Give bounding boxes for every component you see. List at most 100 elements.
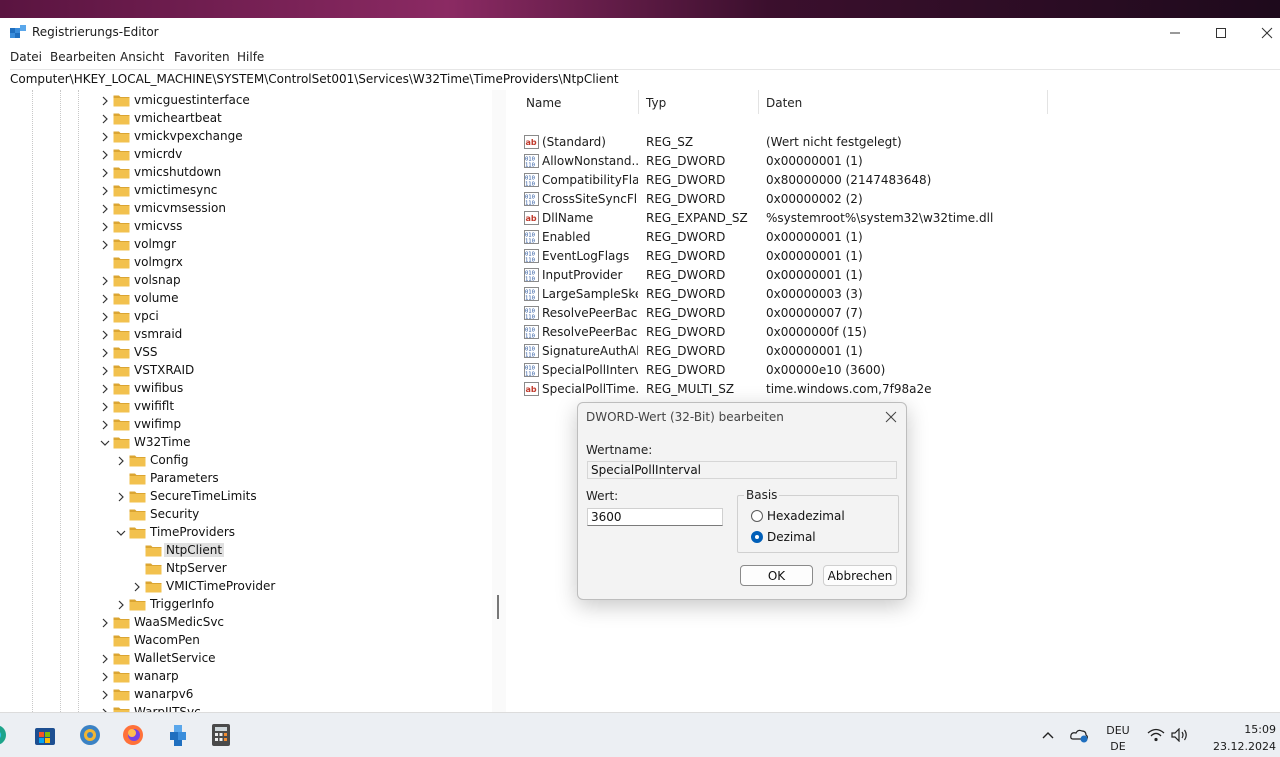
chevron-right-icon[interactable] [100,311,110,323]
tree-node-label[interactable]: VSTXRAID [132,363,196,377]
tree-node-label[interactable]: Security [148,507,201,521]
clock-date[interactable]: 23.12.2024 [1196,740,1276,753]
tree-node-label[interactable]: TriggerInfo [148,597,216,611]
chevron-right-icon[interactable] [100,365,110,377]
onedrive-status-button[interactable] [1067,723,1091,747]
chevron-right-icon[interactable] [100,167,110,179]
tree-node-label[interactable]: vmicguestinterface [132,93,252,107]
radio-decimal[interactable] [751,531,763,543]
chevron-right-icon[interactable] [116,491,126,503]
menu-datei[interactable]: Datei [10,50,42,64]
address-bar[interactable]: Computer\HKEY_LOCAL_MACHINE\SYSTEM\Contr… [10,69,1280,91]
value-row[interactable]: 010110CompatibilityFla... REG_DWORD 0x8000… [510,171,1280,190]
chevron-right-icon[interactable] [100,617,110,629]
tree-node-label[interactable]: SecureTimeLimits [148,489,259,503]
dialog-close-button[interactable] [883,409,899,425]
tree-node-label[interactable]: vwifimp [132,417,183,431]
tree-node-label[interactable]: vpci [132,309,161,323]
radio-decimal-label[interactable]: Dezimal [767,530,816,544]
value-row[interactable]: 010 110 AllowNonstand... REG_DWORD 0x0000000… [510,152,1280,171]
value-row[interactable]: 010110ResolvePeerBac... REG_DWORD 0x000000… [510,304,1280,323]
chevron-right-icon[interactable] [100,95,110,107]
tree-node-label[interactable]: WaaSMedicSvc [132,615,226,629]
values-pane[interactable]: Name Typ Daten ab (Standard) REG_SZ (Wert n… [510,90,1280,712]
menu-hilfe[interactable]: Hilfe [237,50,264,64]
chevron-right-icon[interactable] [100,329,110,341]
tree-node-label[interactable]: vwififlt [132,399,176,413]
tree-node-label[interactable]: TimeProviders [148,525,237,539]
tree-node-label[interactable]: WarpJITSvc [132,705,203,712]
registry-editor-taskbar-icon[interactable] [167,723,191,747]
chevron-right-icon[interactable] [116,455,126,467]
chevron-right-icon[interactable] [100,113,110,125]
column-separator[interactable] [758,90,759,114]
value-row[interactable]: 010 110 Enabled REG_DWORD 0x00000001 (1) [510,228,1280,247]
tree-node-label[interactable]: vsmraid [132,327,184,341]
chevron-right-icon[interactable] [100,293,110,305]
chevron-right-icon[interactable] [100,239,110,251]
tree-node-label[interactable]: WacomPen [132,633,202,647]
value-row[interactable]: 010110ResolvePeerBac... REG_DWORD 0x000000… [510,323,1280,342]
chevron-right-icon[interactable] [100,185,110,197]
tree-node-label[interactable]: vmickvpexchange [132,129,245,143]
show-hidden-icons-button[interactable] [1036,723,1060,747]
tree-scrollbar-thumb[interactable] [497,595,499,619]
column-separator[interactable] [638,90,639,114]
chevron-right-icon[interactable] [132,581,142,593]
tree-node-label[interactable]: Parameters [148,471,221,485]
microsoft-store-icon[interactable] [33,723,57,747]
ok-button[interactable]: OK [740,565,813,586]
chevron-right-icon[interactable] [100,689,110,701]
key-tree-pane[interactable]: vmicguestinterface vmicheartbeat vmickvpex… [10,90,511,712]
tree-node-label[interactable]: NtpServer [164,561,229,575]
value-row[interactable]: ab SpecialPollTime... REG_MULTI_SZ time.win… [510,380,1280,399]
chevron-right-icon[interactable] [100,419,110,431]
value-row[interactable]: 010110SignatureAuthAl... REG_DWORD 0x00000… [510,342,1280,361]
chevron-down-icon[interactable] [100,437,110,449]
firefox-icon[interactable] [121,723,145,747]
value-row[interactable]: 010 110 EventLogFlags REG_DWORD 0x00000001 (… [510,247,1280,266]
value-row[interactable]: 010110SpecialPollInterval REG_DWORD 0x0000… [510,361,1280,380]
menu-ansicht[interactable]: Ansicht [120,50,164,64]
value-name-field[interactable] [587,461,897,479]
tree-node-label[interactable]: wanarpv6 [132,687,195,701]
tree-node-label[interactable]: NtpClient [164,543,225,557]
tree-node-label[interactable]: vwifibus [132,381,185,395]
tree-node-label[interactable]: vmicshutdown [132,165,223,179]
keyboard-layout[interactable]: DE [1104,740,1132,753]
chevron-right-icon[interactable] [100,401,110,413]
volume-button[interactable] [1168,723,1192,747]
address-path[interactable]: Computer\HKEY_LOCAL_MACHINE\SYSTEM\Contr… [10,72,619,86]
settings-app-icon[interactable] [78,723,102,747]
title-bar[interactable]: Registrierungs-Editor [10,18,1280,48]
chevron-right-icon[interactable] [100,131,110,143]
chevron-right-icon[interactable] [100,671,110,683]
value-row[interactable]: ab DllName REG_EXPAND_SZ %systemroot%\syste… [510,209,1280,228]
tree-node-label[interactable]: vmicrdv [132,147,184,161]
column-header-name[interactable]: Name [526,96,561,110]
chevron-right-icon[interactable] [100,653,110,665]
value-data-field[interactable] [587,508,723,526]
radio-hexadecimal-label[interactable]: Hexadezimal [767,509,845,523]
chevron-right-icon[interactable] [100,149,110,161]
clock-time[interactable]: 15:09 [1204,723,1276,736]
chevron-right-icon[interactable] [100,275,110,287]
tree-node-label[interactable]: vmictimesync [132,183,219,197]
tree-node-label[interactable]: vmicvss [132,219,184,233]
value-row[interactable]: ab (Standard) REG_SZ (Wert nicht festgelegt… [510,133,1280,152]
input-language[interactable]: DEU [1104,724,1132,737]
wifi-button[interactable] [1144,723,1168,747]
edge-browser-icon[interactable] [0,723,10,747]
chevron-right-icon[interactable] [100,347,110,359]
column-separator[interactable] [1047,90,1048,114]
chevron-right-icon[interactable] [116,599,126,611]
value-row[interactable]: 010110LargeSampleSkew REG_DWORD 0x00000003… [510,285,1280,304]
close-button[interactable] [1244,18,1280,48]
maximize-button[interactable] [1198,18,1244,48]
column-header-data[interactable]: Daten [766,96,802,110]
tree-node-label[interactable]: W32Time [132,435,193,449]
chevron-right-icon[interactable] [100,221,110,233]
tree-node-label[interactable]: volmgr [132,237,178,251]
cancel-button[interactable]: Abbrechen [823,565,897,586]
menu-favoriten[interactable]: Favoriten [174,50,230,64]
